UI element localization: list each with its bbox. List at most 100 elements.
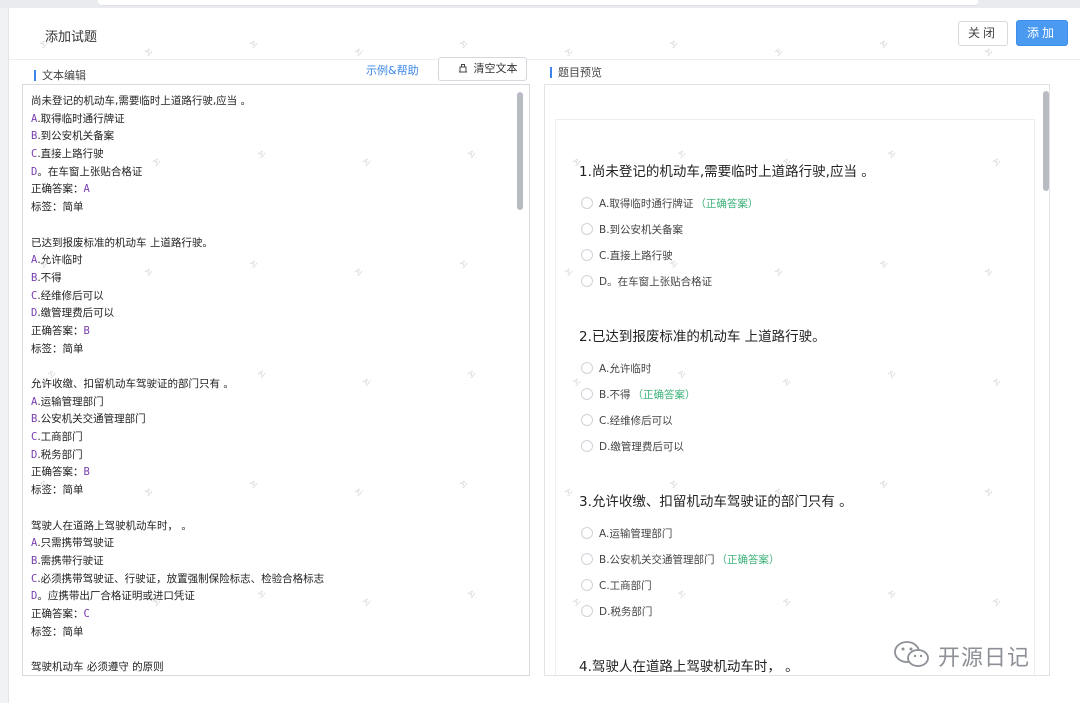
editor-line: 正确答案：A — [31, 181, 511, 199]
question-option[interactable]: B.到公安机关备案 — [581, 222, 684, 237]
editor-line-text: 。在车窗上张贴合格证 — [37, 165, 143, 178]
editor-line-text: .必须携带驾驶证、行驶证，放置强制保险标志、检验合格标志 — [37, 572, 325, 585]
question-option[interactable]: A.允许临时 — [581, 362, 651, 376]
editor-line: B.公安机关交通管理部门 — [31, 411, 511, 429]
editor-line-text: 已达到报废标准的机动车 上道路行驶。 — [31, 236, 213, 249]
editor-line: 尚未登记的机动车,需要临时上道路行驶,应当 。 — [31, 93, 511, 111]
dialog-title: 添加试题 — [45, 30, 98, 45]
editor-line-text: 正确答案： — [31, 183, 84, 196]
answer-letter: C — [83, 607, 90, 620]
close-button[interactable]: 关闭 — [958, 21, 1008, 46]
editor-line: 标签：简单 — [31, 482, 511, 500]
correct-answer-tag: （正确答案） — [632, 388, 696, 401]
editor-line-text: 正确答案： — [31, 324, 84, 337]
clear-text-label: 清空文本 — [473, 63, 518, 75]
question-option[interactable]: A.取得临时通行牌证 （正确答案） — [581, 197, 758, 211]
editor-line-text: 驾驶人在道路上驾驶机动车时， 。 — [31, 519, 192, 532]
radio-icon[interactable] — [581, 362, 593, 374]
editor-line: C.经维修后可以 — [31, 288, 511, 306]
radio-icon[interactable] — [581, 274, 593, 287]
editor-line: 正确答案：B — [31, 323, 511, 341]
question-option[interactable]: D.缴管理费后可以 — [581, 439, 684, 454]
question-option[interactable]: C.直接上路行驶 — [581, 248, 673, 263]
editor-line-text: .取得临时通行牌证 — [37, 112, 125, 125]
browser-top-strip — [0, 0, 1080, 8]
editor-line: 驾驶机动车 必须遵守 的原则 — [31, 659, 511, 675]
editor-line-text: .到公安机关备案 — [37, 130, 115, 143]
editor-line: D.税务部门 — [31, 447, 511, 465]
radio-icon[interactable] — [581, 387, 593, 400]
add-button[interactable]: 添加 — [1016, 20, 1068, 46]
editor-line-text: 标签：简单 — [31, 625, 84, 638]
editor-line-text: .直接上路行驶 — [37, 148, 104, 161]
correct-answer-tag: （正确答案） — [695, 198, 759, 210]
option-text: C.经维修后可以 — [599, 414, 673, 427]
option-text: D。在车窗上张贴合格证 — [599, 275, 713, 288]
editor-line: A.运输管理部门 — [31, 394, 511, 412]
question-option[interactable]: B.不得 （正确答案） — [581, 387, 696, 402]
question-title: 3.允许收缴、扣留机动车驾驶证的部门只有 。 — [579, 494, 853, 510]
radio-icon[interactable] — [581, 197, 593, 209]
editor-line-text: .经维修后可以 — [37, 289, 104, 302]
editor-line: 标签：简单 — [31, 341, 511, 359]
editor-line: D。应携带出厂合格证明或进口凭证 — [31, 588, 511, 606]
radio-icon[interactable] — [581, 222, 593, 235]
question-option[interactable]: A.运输管理部门 — [581, 527, 672, 541]
question-option[interactable]: B.公安机关交通管理部门 （正确答案） — [581, 552, 780, 567]
radio-icon[interactable] — [581, 578, 593, 591]
editor-content[interactable]: 尚未登记的机动车,需要临时上道路行驶,应当 。 A .取得临时通行牌证 B .到公安机关… — [31, 93, 511, 675]
option-text: D.缴管理费后可以 — [599, 440, 684, 453]
radio-icon[interactable] — [581, 439, 593, 452]
option-text: B.到公安机关备案 — [599, 223, 684, 236]
option-text: A.允许临时 — [599, 363, 652, 375]
editor-line-text: 标签：简单 — [31, 342, 84, 355]
top-bar — [98, 0, 978, 6]
option-text: C.工商部门 — [599, 579, 652, 592]
answer-letter: B — [83, 324, 90, 337]
question-option[interactable]: C.工商部门 — [581, 578, 652, 593]
dialog-header: 添加试题 关闭 添加 — [9, 8, 1080, 60]
editor-line: 正确答案：C — [31, 606, 511, 624]
radio-icon[interactable] — [581, 604, 593, 617]
wechat-icon — [892, 639, 932, 673]
answer-letter: A — [83, 183, 90, 196]
option-text: B.公安机关交通管理部门 — [599, 553, 715, 566]
radio-icon[interactable] — [581, 552, 593, 565]
editor-line-text: .只需携带驾驶证 — [37, 537, 115, 550]
editor-line-text: 驾驶机动车 必须遵守 的原则 — [31, 661, 164, 673]
editor-line-text: 。应携带出厂合格证明或进口凭证 — [37, 590, 195, 603]
editor-line: A.只需携带驾驶证 — [31, 535, 511, 553]
question-option[interactable]: D.税务部门 — [581, 604, 653, 619]
editor-line-text: .税务部门 — [37, 448, 83, 461]
editor-line: B.需携带行驶证 — [31, 553, 511, 571]
editor-line-text: 正确答案： — [31, 466, 84, 479]
question-title: 2.已达到报废标准的机动车 上道路行驶。 — [579, 329, 826, 345]
editor-line: B.不得 — [31, 270, 511, 288]
question-option[interactable]: D。在车窗上张贴合格证 — [581, 274, 713, 289]
clear-text-button[interactable]: 清空文本 — [438, 57, 527, 81]
option-text: A.运输管理部门 — [599, 528, 673, 540]
preview-scrollbar[interactable] — [1043, 91, 1049, 191]
brand-logo: 开源日记 — [892, 640, 1030, 672]
editor-line: 标签：简单 — [31, 199, 511, 217]
option-text: D.税务部门 — [599, 605, 653, 618]
answer-letter: B — [83, 466, 90, 479]
help-link[interactable]: 示例&帮助 — [366, 62, 419, 78]
radio-icon[interactable] — [581, 527, 593, 539]
option-text: A.取得临时通行牌证 — [599, 198, 694, 210]
editor-line-text: 尚未登记的机动车,需要临时上道路行驶,应当 。 — [31, 95, 252, 107]
editor-line: 标签：简单 — [31, 624, 511, 642]
editor-line: D.缴管理费后可以 — [31, 305, 511, 323]
editor-line: 允许收缴、扣留机动车驾驶证的部门只有 。 — [31, 376, 511, 394]
preview-section-title: 题目预览 — [550, 67, 602, 78]
text-editor[interactable]: 尚未登记的机动车,需要临时上道路行驶,应当 。 A .取得临时通行牌证 B .到公安机关… — [22, 84, 530, 676]
radio-icon[interactable] — [581, 248, 593, 261]
editor-line: 驾驶人在道路上驾驶机动车时， 。 — [31, 518, 511, 536]
editor-scrollbar[interactable] — [517, 92, 523, 210]
question-option[interactable]: C.经维修后可以 — [581, 413, 673, 428]
radio-icon[interactable] — [581, 413, 593, 426]
